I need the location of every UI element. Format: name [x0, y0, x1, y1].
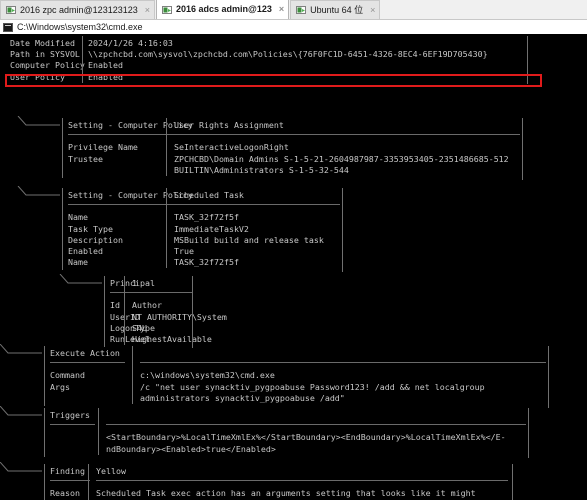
tab-2016-adcs[interactable]: 2016 adcs admin@123 × — [156, 0, 290, 19]
user-rights-assignment-value-0: SeInteractiveLogonRight — [174, 142, 289, 153]
gpo-header-value-2: Enabled — [88, 60, 123, 71]
user-rights-assignment-value-2: BUILTIN\Administrators S-1-5-32-544 — [174, 164, 349, 175]
gpo-header-value-0: 2024/1/26 4:16:03 — [88, 38, 173, 48]
scheduled-task-col2-header: Scheduled Task — [174, 190, 244, 200]
vm-tab-strip: 2016 zpc admin@123123123 × 2016 adcs adm… — [0, 0, 587, 20]
triggers-rule-col1 — [50, 424, 96, 426]
gpo-header-divider — [82, 36, 83, 83]
triggers-col-divider — [98, 408, 99, 455]
principal-label-0: Id — [110, 300, 120, 311]
tab-label: Ubuntu 64 位 — [310, 4, 364, 15]
execute-action-col1-header: Execute Action — [50, 348, 120, 358]
finding-label-0: Reason — [50, 488, 80, 499]
window-title: C:\Windows\system32\cmd.exe — [17, 22, 143, 32]
tab-2016-zpc[interactable]: 2016 zpc admin@123123123 × — [0, 0, 155, 19]
terminal-right-rule — [527, 36, 528, 84]
scheduled-task-value-4: TASK_32f72f5f — [174, 257, 239, 268]
scheduled-task-label-3: Enabled — [68, 246, 103, 256]
gpo-header-label-3: User Policy — [10, 71, 65, 82]
execute-action-left-rule — [44, 346, 45, 406]
scheduled-task-value-2: MSBuild build and release task — [174, 234, 324, 245]
user-rights-assignment-col-divider — [166, 118, 167, 176]
scheduled-task-left-rule — [62, 188, 63, 271]
scheduled-task-value-0: TASK_32f72f5f — [174, 212, 239, 223]
user-rights-assignment-label-0: Privilege Name — [68, 142, 138, 153]
vm-tab-icon — [296, 5, 307, 15]
user-rights-assignment-left-rule — [62, 118, 63, 178]
finding-col1-header: Finding — [50, 466, 85, 476]
tab-label: 2016 adcs admin@123 — [176, 4, 272, 14]
finding-rule-col2 — [96, 480, 508, 482]
principal-value-1: NT AUTHORITY\System — [132, 311, 227, 322]
close-icon[interactable]: × — [370, 5, 375, 15]
finding-col-divider — [88, 464, 89, 500]
finding-tree-connector — [0, 461, 44, 477]
vm-tab-icon — [6, 5, 16, 15]
close-icon[interactable]: × — [279, 5, 284, 14]
execute-action-value-1: /c "net user synacktiv_pygpoabuse Passwo… — [140, 381, 485, 392]
execute-action-rule-col2 — [140, 362, 546, 364]
scheduled-task-right-rule — [342, 188, 343, 272]
gpo-header-label-0: Date Modified — [10, 38, 75, 48]
principal-value-3: HighestAvailable — [132, 334, 212, 344]
tab-ubuntu-64[interactable]: Ubuntu 64 位 × — [290, 0, 381, 19]
user-rights-assignment-label-1: Trustee — [68, 153, 103, 164]
user-rights-assignment-value-1: ZPCHCBD\Domain Admins S-1-5-21-260498798… — [174, 153, 509, 164]
scheduled-task-tree-connector — [16, 185, 62, 201]
execute-action-col-divider — [132, 346, 133, 404]
window-titlebar: C:\Windows\system32\cmd.exe — [0, 20, 587, 34]
execute-action-value-0: c:\windows\system32\cmd.exe — [140, 370, 275, 381]
finding-left-rule — [44, 464, 45, 500]
gpo-header-label-2: Computer Policy — [10, 60, 85, 71]
user-rights-assignment-tree-connector — [16, 115, 62, 131]
gpo-header-label-1: Path in SYSVOL — [10, 49, 80, 60]
user-rights-assignment-rule-col2 — [174, 134, 520, 136]
triggers-rule-col2 — [106, 424, 526, 426]
execute-action-label-0: Command — [50, 370, 85, 381]
execute-action-tree-connector — [0, 343, 44, 359]
principal-col2-header: 1 — [132, 278, 137, 288]
execute-action-value-2: administrators synacktiv_pygpoabuse /add… — [140, 392, 345, 403]
execute-action-right-rule — [548, 346, 549, 408]
gpo-header-value-3: Enabled — [88, 71, 123, 82]
principal-value-0: Author — [132, 300, 162, 311]
triggers-value-1: ndBoundary><Enabled>true</Enabled> — [106, 443, 276, 454]
principal-left-rule — [104, 276, 105, 348]
scheduled-task-col-divider — [166, 188, 167, 269]
finding-rule-col1 — [50, 480, 91, 482]
principal-tree-connector — [58, 273, 104, 289]
scheduled-task-label-4: Name — [68, 257, 88, 268]
triggers-col1-header: Triggers — [50, 410, 90, 420]
triggers-tree-connector — [0, 405, 44, 421]
finding-col2-header: Yellow — [96, 466, 126, 476]
finding-value-0: Scheduled Task exec action has an argume… — [96, 488, 476, 499]
triggers-value-0: <StartBoundary>%LocalTimeXmlEx%</StartBo… — [106, 432, 506, 443]
cmd-icon — [3, 22, 13, 32]
principal-rule-col2 — [132, 292, 192, 294]
user-rights-assignment-col2-header: User Rights Assignment — [174, 120, 284, 130]
finding-right-rule — [512, 464, 513, 500]
close-icon[interactable]: × — [145, 5, 150, 15]
tab-label: 2016 zpc admin@123123123 — [20, 4, 138, 15]
principal-value-2: S4U — [132, 322, 147, 333]
scheduled-task-label-2: Description — [68, 234, 123, 245]
principal-right-rule — [192, 276, 193, 348]
triggers-right-rule — [528, 408, 529, 458]
user-rights-right-rule — [522, 118, 523, 180]
scheduled-task-label-0: Name — [68, 212, 88, 223]
execute-action-label-1: Args — [50, 381, 70, 392]
terminal-output[interactable]: Date Modified 2024/1/26 4:16:03 Path in SY… — [0, 34, 587, 500]
scheduled-task-value-1: ImmediateTaskV2 — [174, 223, 249, 234]
execute-action-rule-col1 — [50, 362, 126, 364]
gpo-header-value-1: \\zpchcbd.com\sysvol\zpchcbd.com\Policie… — [88, 49, 488, 60]
scheduled-task-value-3: True — [174, 246, 194, 256]
scheduled-task-rule-col2 — [174, 204, 340, 206]
principal-col-divider — [124, 276, 125, 346]
vm-tab-icon — [162, 5, 172, 15]
scheduled-task-label-1: Task Type — [68, 223, 113, 234]
triggers-left-rule — [44, 408, 45, 457]
sysvol-path-highlight — [5, 74, 542, 87]
